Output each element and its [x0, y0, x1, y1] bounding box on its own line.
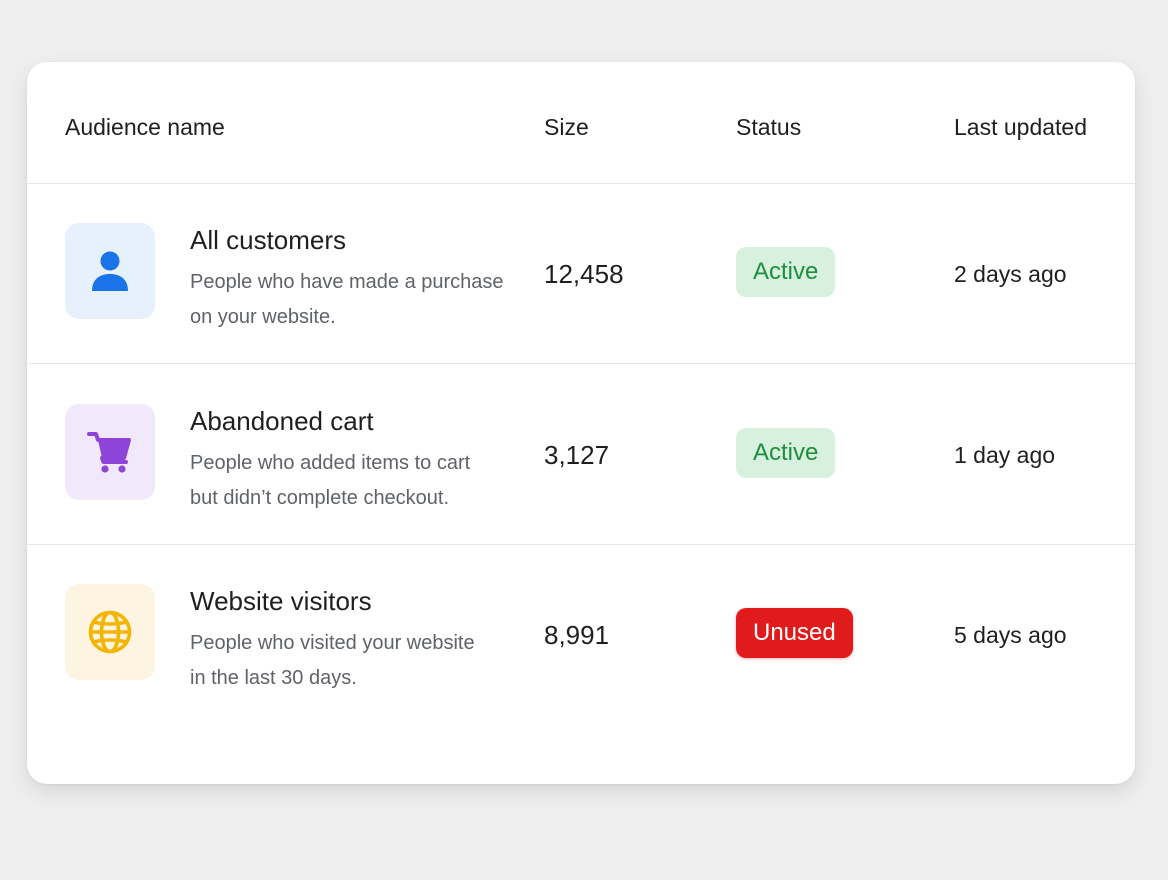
- last-updated: 1 day ago: [954, 442, 1056, 468]
- audience-icon-tile: [65, 404, 155, 500]
- last-updated: 2 days ago: [954, 261, 1067, 287]
- audience-description-line: People who added items to cart: [190, 452, 471, 474]
- last-updated: 5 days ago: [954, 622, 1067, 648]
- audience-description-line: but didn’t complete checkout.: [190, 487, 450, 509]
- audience-description-line: People who have made a purchase: [190, 271, 504, 293]
- status-badge: Active: [736, 247, 836, 297]
- audience-size: 3,127: [544, 440, 610, 470]
- cart-icon: [87, 432, 131, 473]
- audience-description-line: in the last 30 days.: [190, 667, 357, 689]
- table-row[interactable]: Abandoned cart People who added items to…: [27, 364, 1135, 545]
- audience-description: People who have made a purchase on your …: [190, 265, 520, 335]
- audience-description-line: People who visited your website: [190, 632, 475, 654]
- audience-icon-tile: [65, 584, 155, 680]
- column-header-audience-name[interactable]: Audience name: [65, 112, 225, 142]
- audience-size: 8,991: [544, 620, 610, 650]
- audience-description: People who added items to cart but didn’…: [190, 446, 520, 516]
- table-row[interactable]: All customers People who have made a pur…: [27, 183, 1135, 364]
- audience-size: 12,458: [544, 259, 624, 289]
- column-header-status[interactable]: Status: [736, 112, 801, 142]
- table-row[interactable]: Website visitors People who visited your…: [27, 544, 1135, 724]
- person-icon: [92, 251, 128, 291]
- column-header-last-updated[interactable]: Last updated: [954, 112, 1087, 142]
- status-badge: Active: [736, 428, 836, 478]
- column-header-size[interactable]: Size: [544, 112, 589, 142]
- audience-icon-tile: [65, 223, 155, 319]
- status-badge: Unused: [736, 608, 853, 658]
- audience-name[interactable]: Website visitors: [190, 584, 372, 618]
- globe-icon: [88, 610, 132, 654]
- table-header: Audience name Size Status Last updated: [27, 62, 1135, 184]
- audience-table-card: Audience name Size Status Last updated A…: [27, 62, 1135, 784]
- audience-name[interactable]: Abandoned cart: [190, 404, 374, 438]
- audience-description: People who visited your website in the l…: [190, 626, 520, 696]
- audience-description-line: on your website.: [190, 306, 336, 328]
- audience-name[interactable]: All customers: [190, 223, 346, 257]
